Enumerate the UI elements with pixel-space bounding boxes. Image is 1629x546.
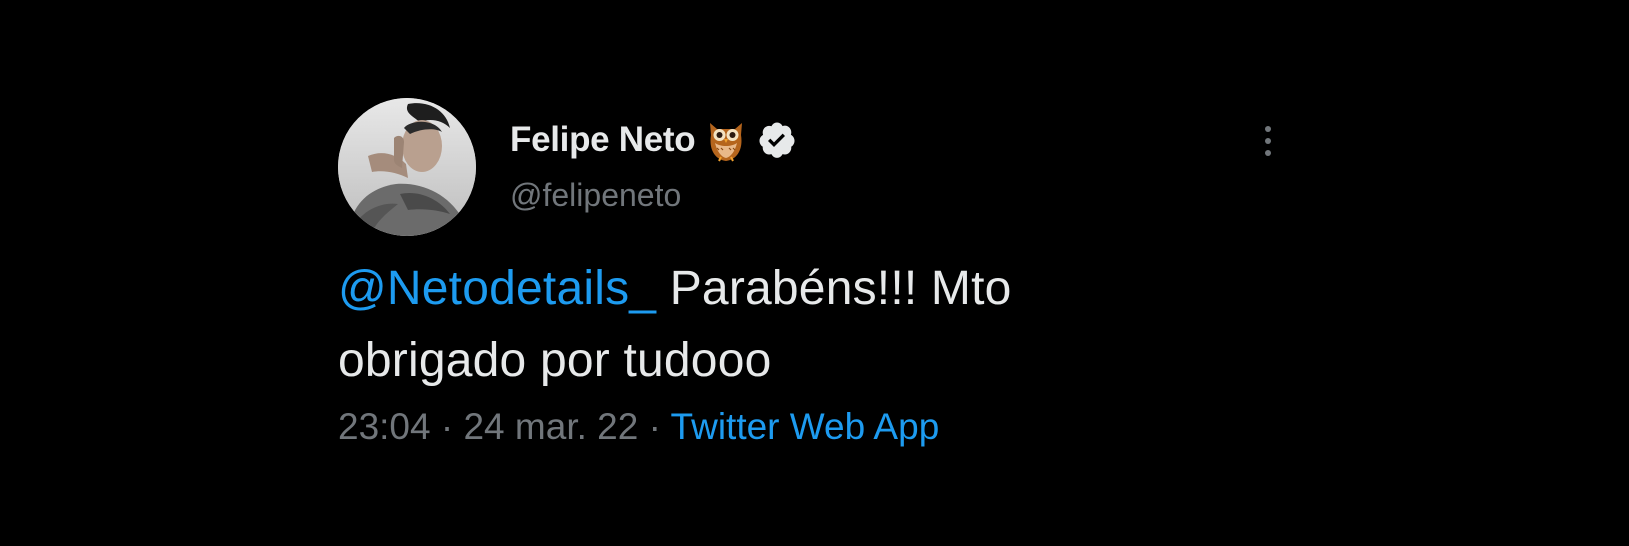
author-display-name[interactable]: Felipe Neto xyxy=(510,120,696,160)
mention-link[interactable]: @Netodetails_ xyxy=(338,262,656,315)
owl-emoji xyxy=(707,117,745,163)
verified-badge-icon xyxy=(757,120,797,160)
avatar-image xyxy=(338,98,476,236)
avatar[interactable] xyxy=(338,98,476,236)
meta-separator: · xyxy=(638,406,671,447)
author-row: Felipe Neto xyxy=(510,116,797,164)
tweet-date[interactable]: 24 mar. 22 xyxy=(463,406,638,447)
tweet-meta: 23:04 · 24 mar. 22 · Twitter Web App xyxy=(338,406,939,448)
author-handle[interactable]: @felipeneto xyxy=(510,177,681,214)
tweet-card: Felipe Neto @felipeneto @Netodetails_ Pa… xyxy=(338,98,1328,478)
tweet-source-link[interactable]: Twitter Web App xyxy=(671,406,940,447)
tweet-time[interactable]: 23:04 xyxy=(338,406,431,447)
tweet-text-line2: obrigado por tudooo xyxy=(338,334,772,387)
more-vertical-icon xyxy=(1265,126,1271,132)
meta-separator: · xyxy=(430,406,464,447)
tweet-text: @Netodetails_ Parabéns!!! Mto obrigado p… xyxy=(338,253,1238,397)
more-options-button[interactable] xyxy=(1254,117,1282,165)
tweet-text-line1: Parabéns!!! Mto xyxy=(656,262,1012,315)
